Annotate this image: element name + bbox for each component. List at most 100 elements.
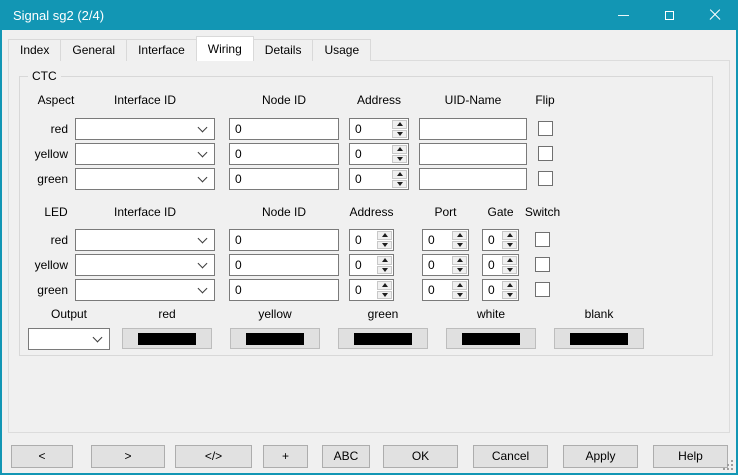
interface-id-header: Interface ID [75,93,215,107]
spin-up-button[interactable] [392,120,407,129]
spin-up-button[interactable] [377,281,392,290]
tab-details[interactable]: Details [253,39,314,61]
spin-up-button[interactable] [502,256,517,265]
spin-up-button[interactable] [377,256,392,265]
spin-up-button[interactable] [452,281,467,290]
spin-up-button[interactable] [392,145,407,154]
led-yellow-port-spinner[interactable] [422,254,469,276]
spin-down-button[interactable] [377,241,392,250]
aspect-green-node-id-input[interactable] [229,168,339,190]
apply-button[interactable]: Apply [563,445,638,468]
led-red-interface-id-combobox[interactable] [75,229,215,251]
ctc-groupbox: CTC Aspect Interface ID Node ID Address … [19,76,713,356]
prev-button[interactable]: < [11,445,73,468]
ok-button[interactable]: OK [383,445,458,468]
aspect-yellow-interface-id-combobox[interactable] [75,143,215,165]
aspect-red-address-spinner[interactable] [349,118,409,140]
titlebar[interactable]: Signal sg2 (2/4) [0,0,738,30]
cancel-button[interactable]: Cancel [473,445,548,468]
maximize-button[interactable] [646,0,692,30]
uid-name-header: UID-Name [419,93,527,107]
output-yellow-color-button[interactable] [230,328,320,349]
led-green-address-input[interactable] [350,280,376,300]
aspect-red-uid-name-input[interactable] [419,118,527,140]
tab-interface[interactable]: Interface [126,39,197,61]
help-button[interactable]: Help [653,445,728,468]
led-red-port-spinner[interactable] [422,229,469,251]
aspect-yellow-address-spinner[interactable] [349,143,409,165]
output-green-color-button[interactable] [338,328,428,349]
aspect-green-uid-name-input[interactable] [419,168,527,190]
led-green-address-spinner[interactable] [349,279,394,301]
led-yellow-switch-checkbox[interactable] [535,257,550,272]
spin-up-button[interactable] [377,231,392,240]
resize-grip[interactable] [723,468,725,470]
led-yellow-address-input[interactable] [350,255,376,275]
tab-general[interactable]: General [60,39,127,61]
aspect-green-flip-checkbox[interactable] [538,171,553,186]
spin-down-button[interactable] [452,291,467,300]
led-green-switch-checkbox[interactable] [535,282,550,297]
tab-usage[interactable]: Usage [312,39,371,61]
aspect-yellow-flip-checkbox[interactable] [538,146,553,161]
spin-down-button[interactable] [502,241,517,250]
aspect-green-interface-id-combobox[interactable] [75,168,215,190]
spin-down-button[interactable] [377,291,392,300]
led-green-gate-spinner[interactable] [482,279,519,301]
led-green-port-input[interactable] [423,280,451,300]
next-button[interactable]: > [91,445,165,468]
aspect-yellow-node-id-input[interactable] [229,143,339,165]
led-red-address-spinner[interactable] [349,229,394,251]
aspect-yellow-uid-name-input[interactable] [419,143,527,165]
spin-up-button[interactable] [502,281,517,290]
led-yellow-gate-input[interactable] [483,255,501,275]
led-yellow-address-spinner[interactable] [349,254,394,276]
tab-wiring[interactable]: Wiring [196,36,254,61]
led-red-switch-checkbox[interactable] [535,232,550,247]
aspect-green-address-input[interactable] [350,169,391,189]
spin-down-button[interactable] [377,266,392,275]
spin-down-button[interactable] [502,266,517,275]
spin-down-button[interactable] [452,241,467,250]
abc-button[interactable]: ABC [322,445,370,468]
spin-down-button[interactable] [392,180,407,189]
spin-down-button[interactable] [392,130,407,139]
led-yellow-interface-id-combobox[interactable] [75,254,215,276]
aspect-yellow-address-input[interactable] [350,144,391,164]
xml-button[interactable]: </> [175,445,252,468]
spin-up-button[interactable] [452,231,467,240]
spin-down-button[interactable] [392,155,407,164]
led-red-gate-spinner[interactable] [482,229,519,251]
close-button[interactable] [692,0,738,30]
led-green-port-spinner[interactable] [422,279,469,301]
spin-down-button[interactable] [452,266,467,275]
aspect-red-flip-checkbox[interactable] [538,121,553,136]
led-red-node-id-input[interactable] [229,229,339,251]
led-red-gate-input[interactable] [483,230,501,250]
aspect-red-node-id-input[interactable] [229,118,339,140]
led-yellow-port-input[interactable] [423,255,451,275]
led-red-address-input[interactable] [350,230,376,250]
aspect-red-interface-id-combobox[interactable] [75,118,215,140]
spin-up-button[interactable] [502,231,517,240]
led-yellow-gate-spinner[interactable] [482,254,519,276]
aspect-green-address-spinner[interactable] [349,168,409,190]
spin-down-button[interactable] [502,291,517,300]
tab-index[interactable]: Index [8,39,61,61]
output-white-color-button[interactable] [446,328,536,349]
aspect-red-address-input[interactable] [350,119,391,139]
led-red-port-input[interactable] [423,230,451,250]
add-button[interactable]: + [263,445,308,468]
output-red-color-button[interactable] [122,328,212,349]
spin-up-button[interactable] [452,256,467,265]
led-green-gate-input[interactable] [483,280,501,300]
spin-up-button[interactable] [392,170,407,179]
arrow-down-icon [382,268,388,272]
minimize-button[interactable] [600,0,646,30]
led-green-interface-id-combobox[interactable] [75,279,215,301]
output-combobox[interactable] [28,328,110,350]
led-green-node-id-input[interactable] [229,279,339,301]
chevron-down-icon [198,172,208,182]
output-blank-color-button[interactable] [554,328,644,349]
led-yellow-node-id-input[interactable] [229,254,339,276]
